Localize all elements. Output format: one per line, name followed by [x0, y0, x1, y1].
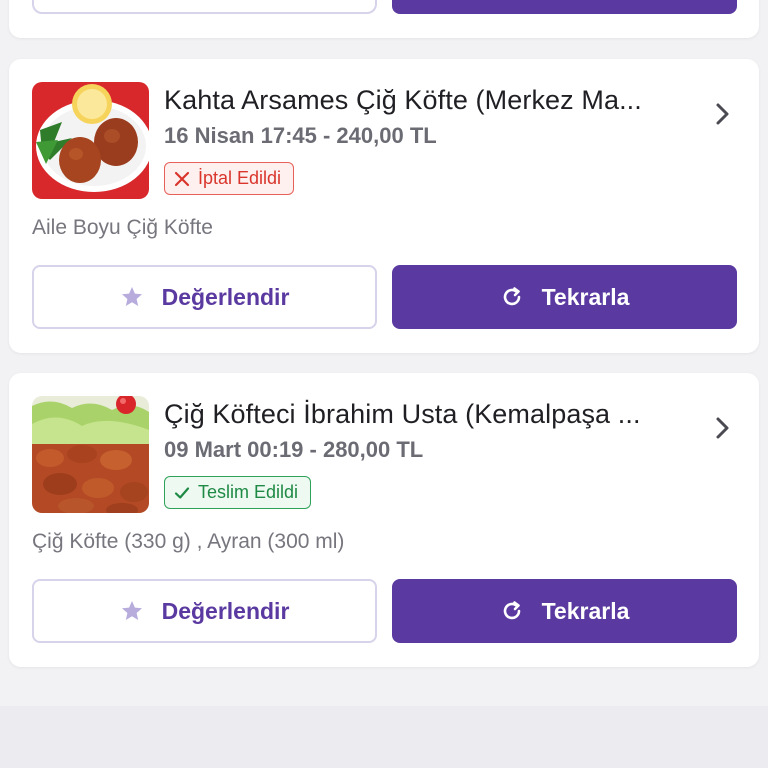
rate-button-label: Değerlendir: [161, 283, 290, 310]
status-badge: İptal Edildi: [164, 162, 295, 195]
status-label: Teslim Edildi: [198, 482, 299, 502]
restaurant-thumbnail: [32, 396, 149, 513]
bottom-area: [0, 706, 768, 768]
previous-repeat-button[interactable]: [392, 0, 737, 14]
repeat-button[interactable]: Tekrarla: [392, 265, 737, 329]
cig-kofte-plate-image: [32, 82, 149, 199]
order-card[interactable]: Çiğ Köfteci İbrahim Usta (Kemalpaşa ... …: [9, 373, 759, 667]
rate-button-label: Değerlendir: [161, 597, 290, 624]
order-date-price: 16 Nisan 17:45 - 240,00 TL: [164, 123, 437, 148]
restaurant-name: Kahta Arsames Çiğ Köfte (Merkez Ma...: [164, 85, 642, 115]
order-items: Aile Boyu Çiğ Köfte: [32, 216, 213, 239]
star-icon: [121, 287, 142, 306]
previous-order-card: [9, 0, 759, 38]
order-items: Çiğ Köfte (330 g) , Ayran (300 ml): [32, 530, 345, 553]
refresh-icon: [503, 287, 520, 306]
restaurant-thumbnail: [32, 82, 149, 199]
order-card[interactable]: Kahta Arsames Çiğ Köfte (Merkez Ma... 16…: [9, 59, 759, 353]
cig-kofte-lettuce-image: [32, 396, 149, 513]
order-date-price: 09 Mart 00:19 - 280,00 TL: [164, 437, 424, 462]
check-icon: [174, 486, 190, 499]
status-label: İptal Edildi: [198, 168, 282, 188]
close-icon: [174, 171, 190, 186]
star-icon: [121, 601, 142, 620]
previous-rate-button[interactable]: [32, 0, 377, 14]
status-badge: Teslim Edildi: [164, 476, 312, 509]
repeat-button-label: Tekrarla: [541, 597, 630, 624]
chevron-right-icon[interactable]: [709, 101, 735, 127]
chevron-right-icon[interactable]: [709, 415, 735, 441]
rate-button[interactable]: Değerlendir: [32, 265, 377, 329]
repeat-button[interactable]: Tekrarla: [392, 579, 737, 643]
refresh-icon: [503, 601, 520, 620]
rate-button[interactable]: Değerlendir: [32, 579, 377, 643]
repeat-button-label: Tekrarla: [541, 283, 630, 310]
restaurant-name: Çiğ Köfteci İbrahim Usta (Kemalpaşa ...: [164, 399, 641, 429]
